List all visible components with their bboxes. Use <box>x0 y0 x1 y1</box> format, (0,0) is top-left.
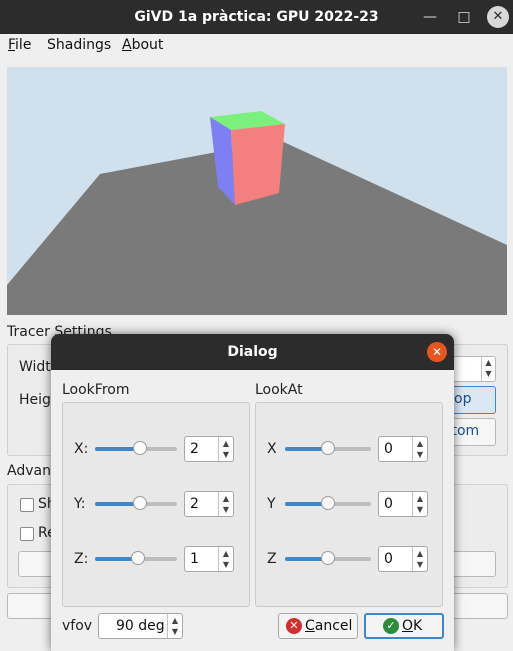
ok-button[interactable]: ✓ OK <box>364 613 444 639</box>
menu-shadings[interactable]: Shadings <box>47 37 111 53</box>
width-spin-arrows[interactable]: ▲ ▼ <box>481 357 495 381</box>
menu-file-label: ile <box>15 37 32 53</box>
lookat-x-spinbox[interactable]: 0 ▲ ▼ <box>378 436 428 462</box>
spin-down-icon[interactable]: ▼ <box>221 504 231 515</box>
lookfrom-x-slider[interactable] <box>95 441 177 455</box>
top-button-label: op <box>454 391 472 407</box>
dialog-title: Dialog <box>227 344 278 360</box>
camera-dialog: Dialog ✕ LookFrom LookAt X: 2 ▲ ▼ Y: 2 ▲ ▼… <box>51 334 454 651</box>
slider-handle[interactable] <box>321 496 335 510</box>
lookfrom-y-spinbox[interactable]: 2 ▲ ▼ <box>184 491 234 517</box>
vfov-value: 90 deg <box>116 618 165 634</box>
lookat-z-slider[interactable] <box>285 551 371 565</box>
cancel-button[interactable]: ✕ Cancel <box>278 613 358 639</box>
close-icon[interactable]: ✕ <box>427 342 447 362</box>
menu-about-mnemonic: A <box>122 37 132 53</box>
slider-handle[interactable] <box>321 551 335 565</box>
spin-up-icon[interactable]: ▲ <box>415 493 425 504</box>
slider-handle[interactable] <box>133 441 147 455</box>
advanced-title: Advan <box>7 463 51 479</box>
spin-arrows: ▲ ▼ <box>412 492 427 516</box>
slider-handle[interactable] <box>321 441 335 455</box>
lookat-z-value: 0 <box>384 551 393 567</box>
menu-shadings-label: Shadings <box>47 37 112 53</box>
spin-arrows: ▲ ▼ <box>218 492 233 516</box>
render-viewport[interactable] <box>7 67 507 315</box>
spin-down-icon[interactable]: ▼ <box>221 449 231 460</box>
lookat-z-spinbox[interactable]: 0 ▲ ▼ <box>378 546 428 572</box>
lookat-y-slider[interactable] <box>285 496 371 510</box>
cancel-button-label: Cancel <box>305 618 352 634</box>
menu-about-label: bout <box>131 37 164 53</box>
lookat-x-label: X <box>267 441 277 457</box>
minimize-icon[interactable]: — <box>420 7 440 27</box>
spin-arrows: ▲ ▼ <box>167 614 182 638</box>
cancel-icon: ✕ <box>286 618 302 634</box>
slider-handle[interactable] <box>131 551 145 565</box>
lookat-y-spinbox[interactable]: 0 ▲ ▼ <box>378 491 428 517</box>
lookfrom-title: LookFrom <box>62 382 130 398</box>
lookfrom-y-value: 2 <box>190 496 199 512</box>
lookfrom-x-spinbox[interactable]: 2 ▲ ▼ <box>184 436 234 462</box>
height-label: Heig <box>19 392 51 408</box>
checkbox-2[interactable] <box>20 527 34 541</box>
spin-arrows: ▲ ▼ <box>412 547 427 571</box>
dialog-title-bar: Dialog ✕ <box>51 334 454 370</box>
lookat-y-value: 0 <box>384 496 393 512</box>
spin-arrows: ▲ ▼ <box>412 437 427 461</box>
lookat-title: LookAt <box>255 382 303 398</box>
lookfrom-x-value: 2 <box>190 441 199 457</box>
spin-down-icon[interactable]: ▼ <box>170 626 180 637</box>
spin-down-icon[interactable]: ▼ <box>221 559 231 570</box>
lookfrom-z-label: Z: <box>74 551 89 567</box>
ok-button-label: OK <box>402 618 422 634</box>
vfov-label: vfov <box>62 618 93 634</box>
spin-up-icon[interactable]: ▲ <box>221 493 231 504</box>
spin-down-icon[interactable]: ▼ <box>415 504 425 515</box>
maximize-icon[interactable]: □ <box>454 7 474 27</box>
spin-up-icon[interactable]: ▲ <box>415 548 425 559</box>
spin-up-icon[interactable]: ▲ <box>170 615 180 626</box>
menu-file[interactable]: File <box>8 37 31 53</box>
spin-down-icon[interactable]: ▼ <box>415 559 425 570</box>
ok-mnemonic: O <box>402 618 414 634</box>
spin-up-icon[interactable]: ▲ <box>415 438 425 449</box>
cancel-mnemonic: C <box>305 618 315 634</box>
checkbox-1[interactable] <box>20 498 34 512</box>
lookat-x-value: 0 <box>384 441 393 457</box>
menu-file-mnemonic: F <box>8 37 16 53</box>
spin-up-icon[interactable]: ▲ <box>221 438 231 449</box>
width-label: Widt <box>19 359 51 375</box>
lookfrom-y-slider[interactable] <box>95 496 177 510</box>
spin-down-icon[interactable]: ▼ <box>415 449 425 460</box>
lookat-x-slider[interactable] <box>285 441 371 455</box>
lookfrom-x-label: X: <box>74 441 89 457</box>
close-icon[interactable]: ✕ <box>487 6 509 28</box>
slider-handle[interactable] <box>133 496 147 510</box>
lookfrom-z-spinbox[interactable]: 1 ▲ ▼ <box>184 546 234 572</box>
lookfrom-z-value: 1 <box>190 551 199 567</box>
menu-about[interactable]: About <box>122 37 163 53</box>
title-bar: GiVD 1a pràctica: GPU 2022-23 — □ ✕ <box>0 0 513 34</box>
vfov-spinbox[interactable]: 90 deg ▲ ▼ <box>98 613 183 639</box>
cancel-rest: ancel <box>314 618 353 634</box>
ok-check-icon: ✓ <box>383 618 399 634</box>
spin-arrows: ▲ ▼ <box>218 437 233 461</box>
lookfrom-z-slider[interactable] <box>95 551 177 565</box>
spin-arrows: ▲ ▼ <box>218 547 233 571</box>
menu-bar: File Shadings About <box>0 34 513 58</box>
lookat-y-label: Y <box>267 496 276 512</box>
lookfrom-y-label: Y: <box>74 496 86 512</box>
ok-rest: K <box>413 618 423 634</box>
spin-up-icon[interactable]: ▲ <box>221 548 231 559</box>
lookat-z-label: Z <box>267 551 277 567</box>
cube-front-face <box>231 124 285 205</box>
